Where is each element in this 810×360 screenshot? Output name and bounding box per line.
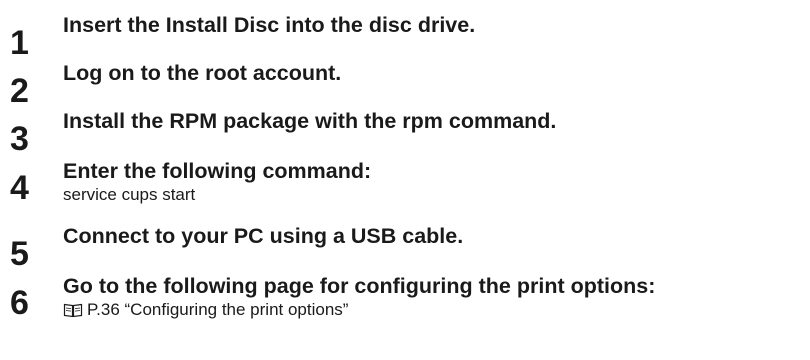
step-number: 2 (10, 72, 29, 110)
step-title: Go to the following page for configuring… (63, 274, 656, 298)
step-number: 6 (10, 284, 29, 322)
step-title: Log on to the root account. (63, 61, 342, 85)
page-reference-link[interactable]: P.36 “Configuring the print options” (63, 299, 348, 321)
step-title: Insert the Install Disc into the disc dr… (63, 13, 476, 37)
step-title: Connect to your PC using a USB cable. (63, 224, 464, 248)
step-number: 1 (10, 24, 29, 62)
step-number: 4 (10, 169, 29, 207)
step-number: 5 (10, 235, 29, 273)
book-icon (63, 302, 83, 318)
installation-steps: 1 Insert the Install Disc into the disc … (0, 0, 810, 360)
command-text: service cups start (63, 185, 196, 204)
step-number: 3 (10, 120, 29, 158)
step-title: Enter the following command: (63, 159, 372, 183)
reference-text: P.36 “Configuring the print options” (87, 300, 349, 319)
step-title: Install the RPM package with the rpm com… (63, 109, 557, 133)
